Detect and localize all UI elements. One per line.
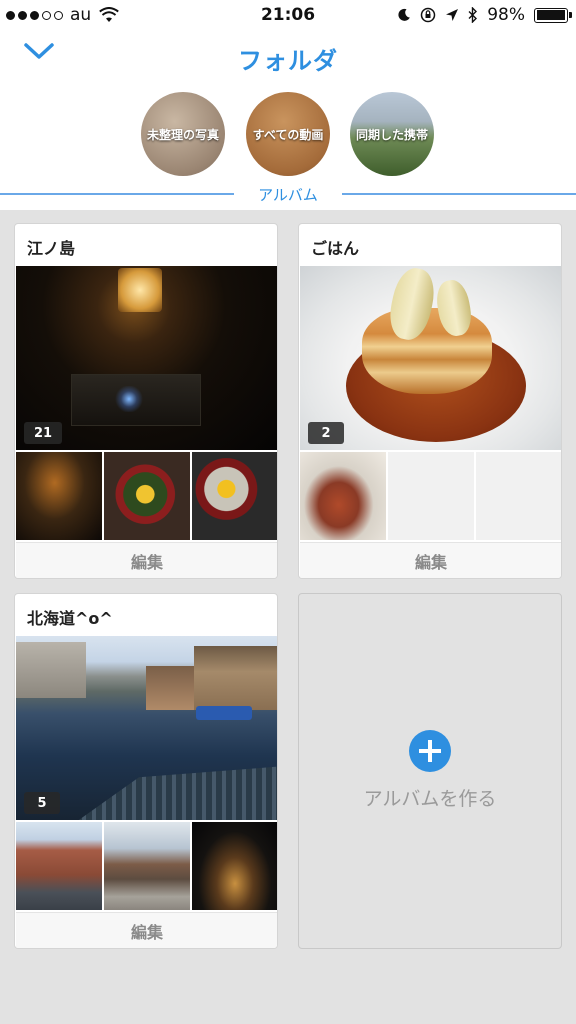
create-album-label: アルバムを作る: [363, 788, 497, 810]
battery-percent: 98%: [487, 5, 525, 25]
album-title: 江ノ島: [27, 239, 76, 258]
album-title: ごはん: [311, 239, 360, 258]
edit-button[interactable]: 編集: [16, 912, 277, 948]
folder-label: すべての動画: [252, 127, 324, 142]
folder-label: 同期した携帯: [355, 127, 428, 142]
photo-thumbnail[interactable]: [16, 452, 102, 540]
edit-button[interactable]: 編集: [16, 542, 277, 578]
photo-detail: [196, 706, 252, 720]
folder-label: 未整理の写真: [146, 127, 219, 142]
bluetooth-icon: [468, 7, 478, 23]
photo-detail: [76, 766, 277, 820]
album-card-hokkaido[interactable]: 北海道^o^ 5 編集: [14, 593, 278, 949]
location-icon: [446, 9, 459, 21]
photo-thumbnail[interactable]: [16, 822, 102, 910]
battery-icon: [534, 7, 572, 23]
photo-count-badge: 5: [24, 792, 60, 814]
plus-icon: [409, 730, 451, 772]
photo-count-badge: 21: [24, 422, 63, 444]
folder-synced-phone[interactable]: 同期した携帯: [350, 92, 434, 176]
status-bar: au 21:06 98%: [0, 0, 576, 30]
thumbnail-row: [16, 822, 277, 910]
album-title: 北海道^o^: [27, 609, 113, 628]
page-title: フォルダ: [238, 47, 338, 75]
photo-detail: [118, 268, 162, 312]
folder-all-videos[interactable]: すべての動画: [246, 92, 330, 176]
photo-detail: [114, 386, 144, 412]
photo-count-badge: 2: [308, 422, 344, 444]
photo-thumbnail[interactable]: [300, 452, 386, 540]
photo-detail: [16, 642, 86, 698]
status-icons: 98%: [397, 5, 572, 25]
photo-thumbnail[interactable]: [192, 452, 277, 540]
photo-detail: [146, 666, 196, 710]
rotation-lock-icon: [420, 7, 436, 23]
empty-thumbnail: [476, 452, 561, 540]
photo-thumbnail[interactable]: [104, 822, 190, 910]
thumbnail-row: [16, 452, 277, 540]
photo-detail: [194, 646, 277, 710]
folder-list: 未整理の写真 すべての動画 同期した携帯: [0, 92, 576, 176]
thumbnail-row: [300, 452, 561, 540]
battery-fill: [536, 10, 565, 20]
divider-right: [342, 193, 576, 195]
photo-thumbnail[interactable]: [192, 822, 277, 910]
album-cover-photo[interactable]: 2: [300, 266, 561, 450]
edit-button[interactable]: 編集: [300, 542, 561, 578]
create-album-button[interactable]: アルバムを作る: [298, 593, 562, 949]
section-label-albums: アルバム: [258, 186, 318, 204]
folder-unsorted-photos[interactable]: 未整理の写真: [141, 92, 225, 176]
album-card-gohan[interactable]: ごはん 2 編集: [298, 223, 562, 579]
divider-left: [0, 193, 234, 195]
album-card-enoshima[interactable]: 江ノ島 21 編集: [14, 223, 278, 579]
empty-thumbnail: [388, 452, 474, 540]
album-cover-photo[interactable]: 5: [16, 636, 277, 820]
album-cover-photo[interactable]: 21: [16, 266, 277, 450]
photo-thumbnail[interactable]: [104, 452, 190, 540]
moon-icon: [398, 8, 411, 21]
